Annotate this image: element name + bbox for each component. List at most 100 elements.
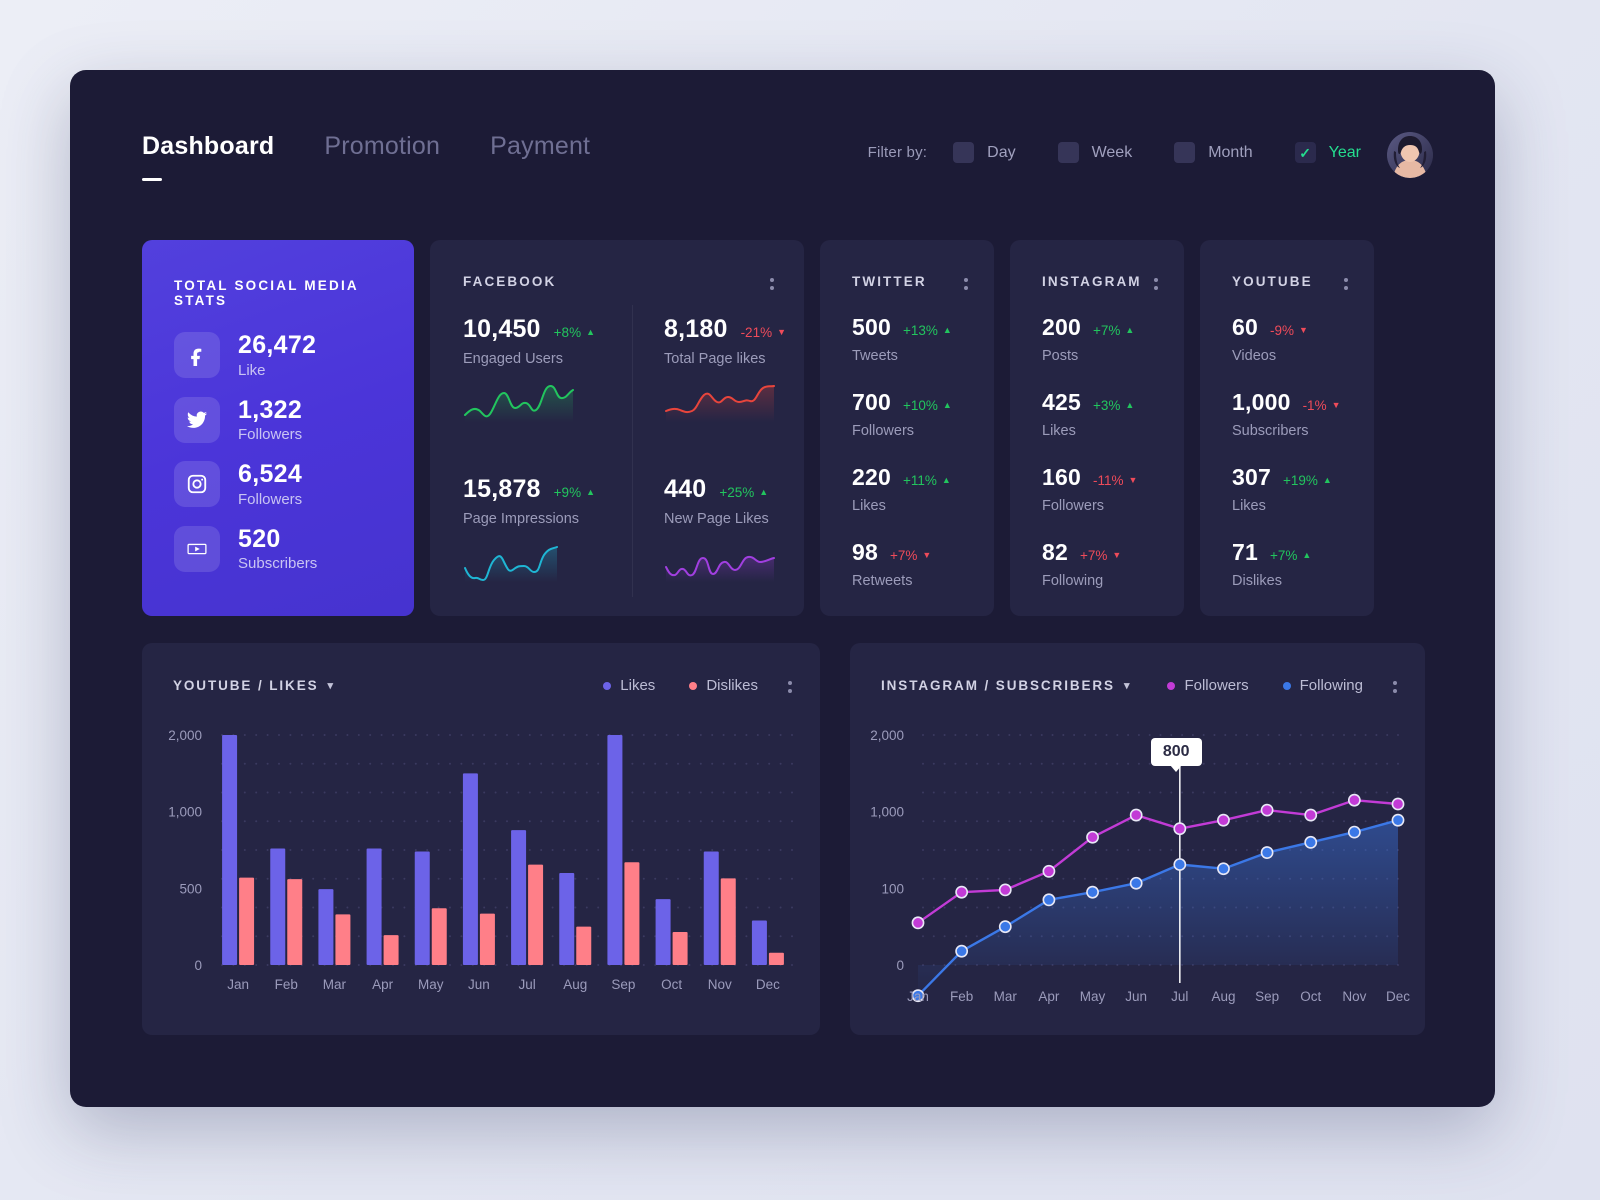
filter-option-day[interactable]: ✓ Day <box>953 142 1016 163</box>
metric-value: 82 <box>1042 539 1068 565</box>
tab-payment[interactable]: Payment <box>490 132 590 167</box>
total-item-text: 520 Subscribers <box>238 524 317 572</box>
metric-delta-text: -11% <box>1092 473 1124 488</box>
metric-value: 440 <box>664 475 707 503</box>
checkbox-day[interactable]: ✓ <box>953 142 975 163</box>
line-chart-legend: Followers Following <box>1167 677 1397 694</box>
checkbox-year[interactable]: ✓ <box>1294 142 1316 163</box>
total-card-list: 26,472 Like 1,322 Followers 6,524 Follow… <box>174 331 414 572</box>
caret-down-icon: ▼ <box>1112 550 1122 560</box>
metric-likes: 307 +19% ▲ Likes <box>1232 464 1374 514</box>
total-item-text: 6,524 Followers <box>238 460 302 507</box>
caret-up-icon: ▲ <box>942 400 952 410</box>
metric-delta-text: +25% <box>719 485 755 500</box>
stats-card-row: TOTAL SOCIAL MEDIA STATS 26,472 Like 1,3… <box>142 240 1374 616</box>
metric-header: 8,180 -21% ▼ <box>664 315 786 344</box>
metric-delta-text: -9% <box>1269 323 1294 338</box>
legend-dot-dislikes <box>689 681 698 690</box>
filter-option-month[interactable]: ✓ Month <box>1174 142 1253 163</box>
checkbox-week[interactable]: ✓ <box>1057 142 1079 163</box>
filter-option-day-label: Day <box>987 143 1016 161</box>
svg-text:Feb: Feb <box>950 989 973 1004</box>
svg-text:Dec: Dec <box>1386 989 1410 1004</box>
metric-label: Likes <box>852 498 886 514</box>
filter-option-year[interactable]: ✓ Year <box>1294 142 1361 163</box>
youtube-card: YOUTUBE 60 -9% ▼ Videos 1,000 -1% ▼ Subscr… <box>1200 240 1374 616</box>
metric-value: 500 <box>852 314 891 340</box>
youtube-card-menu-icon[interactable] <box>1344 278 1348 290</box>
total-item-youtube[interactable]: 520 Subscribers <box>174 524 414 572</box>
youtube-icon <box>174 525 220 572</box>
avatar[interactable] <box>1387 132 1433 178</box>
svg-text:Aug: Aug <box>563 977 587 992</box>
bar-chart-menu-icon[interactable] <box>788 681 792 693</box>
dashboard-window: Dashboard Promotion Payment Filter by: ✓… <box>70 70 1495 1107</box>
svg-text:Apr: Apr <box>1038 989 1060 1004</box>
metric-value: 425 <box>1042 389 1081 415</box>
facebook-metrics-grid: 10,450 +8% ▲ Engaged Users 8,180 -21% ▼ … <box>463 305 804 597</box>
instagram-card-menu-icon[interactable] <box>1154 278 1158 290</box>
bar-chart-plot: 0 500 1,000 2,000 Jan Feb Mar Apr May Jun Jul Aug Se… <box>142 715 820 1035</box>
filter-option-week[interactable]: ✓ Week <box>1057 142 1132 163</box>
youtube-card-title: YOUTUBE <box>1232 274 1313 289</box>
line-chart-tooltip: 800 <box>1150 738 1202 766</box>
metric-value: 700 <box>852 389 891 415</box>
tab-promotion[interactable]: Promotion <box>324 132 440 167</box>
metric-label: New Page Likes <box>664 511 769 527</box>
metric-delta-text: +19% <box>1282 473 1318 488</box>
legend-item-dislikes[interactable]: Dislikes <box>689 677 758 694</box>
metric-delta: -9% ▼ <box>1270 323 1308 338</box>
metric-likes: 220 +11% ▲ Likes <box>852 464 994 514</box>
metric-delta: -21% ▼ <box>741 325 786 340</box>
legend-label-dislikes: Dislikes <box>706 677 758 694</box>
total-item-value: 520 <box>238 524 281 553</box>
total-item-instagram[interactable]: 6,524 Followers <box>174 460 414 508</box>
metric-value: 98 <box>852 539 878 565</box>
svg-text:Aug: Aug <box>1211 989 1235 1004</box>
total-item-text: 1,322 Followers <box>238 396 302 443</box>
total-item-text: 26,472 Like <box>238 331 316 378</box>
metric-posts: 200 +7% ▲ Posts <box>1042 314 1184 364</box>
svg-text:Jul: Jul <box>1171 989 1188 1004</box>
tab-dashboard[interactable]: Dashboard <box>142 132 274 181</box>
metric-subscribers: 1,000 -1% ▼ Subscribers <box>1232 389 1374 439</box>
bar-chart-title-dropdown[interactable]: YOUTUBE / LIKES ▾ <box>173 678 335 693</box>
line-chart-title-dropdown[interactable]: INSTAGRAM / SUBSCRIBERS ▾ <box>881 678 1131 693</box>
metric-delta-text: +3% <box>1092 398 1121 413</box>
metric-value: 160 <box>1042 464 1081 490</box>
metric-value: 71 <box>1232 539 1258 565</box>
legend-item-likes[interactable]: Likes <box>603 677 655 694</box>
caret-down-icon: ▼ <box>1299 325 1308 335</box>
caret-up-icon: ▲ <box>942 325 952 335</box>
caret-down-icon: ▼ <box>777 327 786 337</box>
svg-text:500: 500 <box>179 881 202 896</box>
twitter-card-menu-icon[interactable] <box>964 278 968 290</box>
twitter-card-title: TWITTER <box>852 274 927 289</box>
line-chart-svg: 0 100 1,000 2,000 Jan Feb Mar Apr May Jun Jul Aug Se… <box>870 728 1410 1004</box>
facebook-card-menu-icon[interactable] <box>770 278 774 290</box>
chevron-down-icon: ▾ <box>327 680 335 692</box>
filter-label: Filter by: <box>867 144 928 161</box>
legend-item-following[interactable]: Following <box>1282 677 1363 694</box>
total-item-twitter[interactable]: 1,322 Followers <box>174 396 414 443</box>
line-chart-menu-icon[interactable] <box>1393 681 1397 693</box>
checkbox-month[interactable]: ✓ <box>1174 142 1196 163</box>
legend-item-followers[interactable]: Followers <box>1167 677 1249 694</box>
total-item-facebook[interactable]: 26,472 Like <box>174 331 414 379</box>
metric-value: 220 <box>852 464 891 490</box>
svg-text:Jul: Jul <box>518 977 535 992</box>
instagram-icon <box>174 461 220 508</box>
svg-text:1,000: 1,000 <box>870 805 904 820</box>
metric-delta: +13% ▲ <box>903 323 952 338</box>
metric-dislikes: 71 +7% ▲ Dislikes <box>1232 539 1374 589</box>
svg-text:Nov: Nov <box>1342 989 1366 1004</box>
metric-delta: +7% ▲ <box>1270 548 1311 563</box>
legend-label-likes: Likes <box>620 677 656 694</box>
svg-text:Dec: Dec <box>756 977 780 992</box>
metric-header: 15,878 +9% ▲ <box>463 475 614 504</box>
metric-followers: 160 -11% ▼ Followers <box>1042 464 1184 514</box>
metric-delta: +9% ▲ <box>554 485 595 500</box>
legend-dot-likes <box>603 681 612 690</box>
svg-text:Feb: Feb <box>275 977 298 992</box>
metric-value: 1,000 <box>1232 389 1291 415</box>
